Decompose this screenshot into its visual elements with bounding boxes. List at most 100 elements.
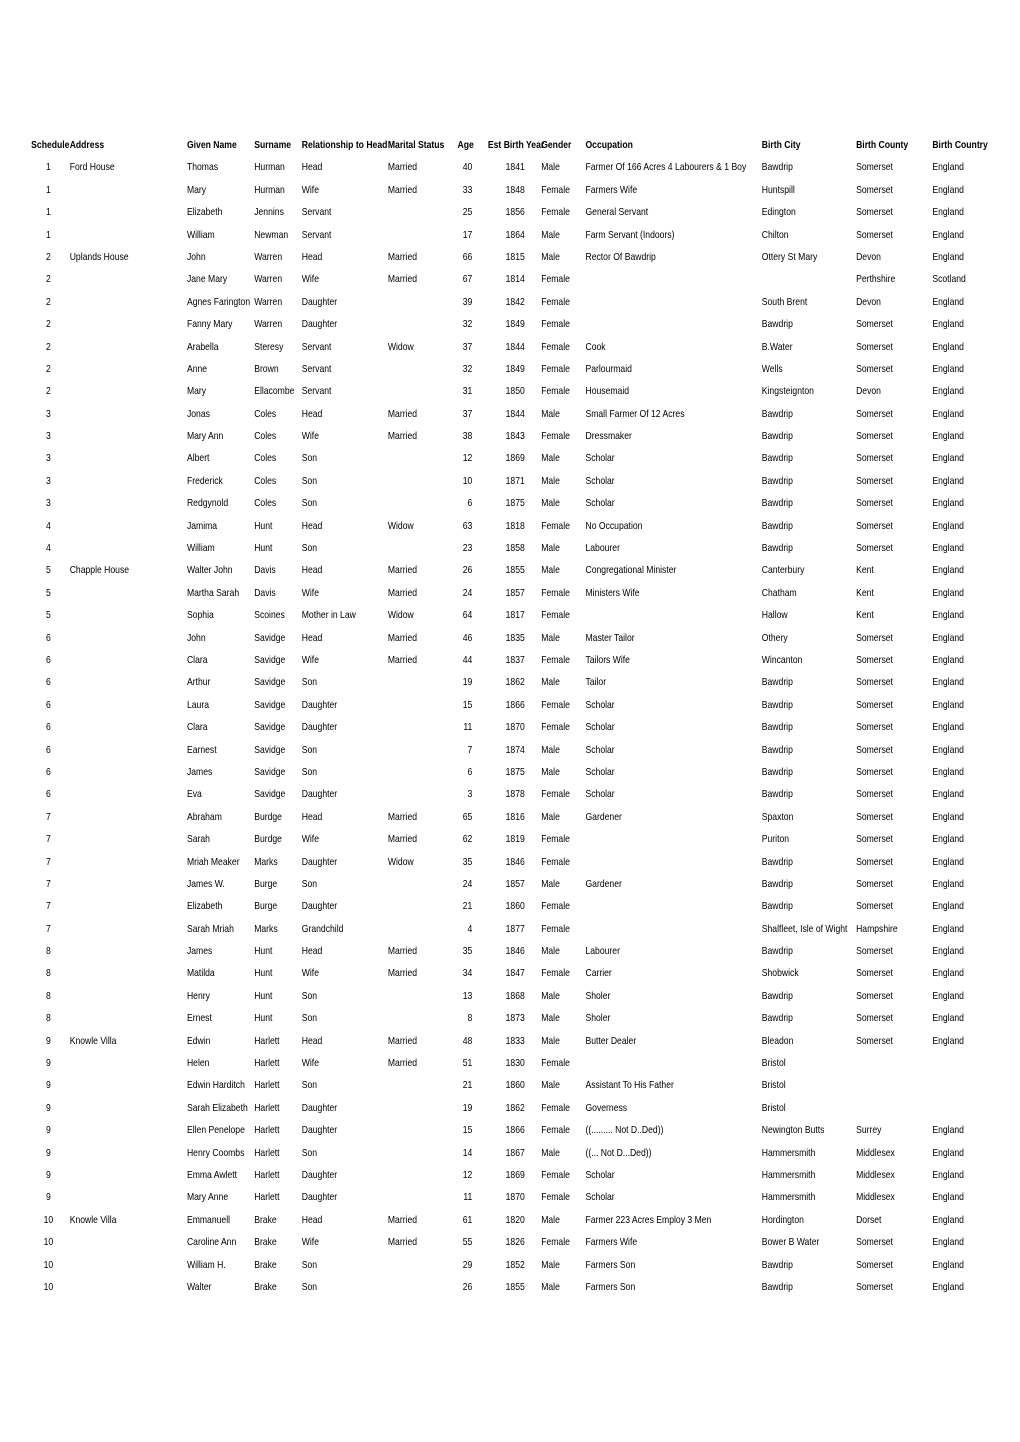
cell-birth-city: Ottery St Mary: [761, 250, 818, 263]
cell-occupation: Farmer Of 166 Acres 4 Labourers & 1 Boy: [585, 161, 747, 174]
cell-surname: Warren: [254, 318, 283, 331]
cell-birth-country: England: [932, 1168, 964, 1181]
table-row: 6 Clara Savidge Wife Married 44 1837 Female Tail…: [0, 649, 1020, 671]
cell-relationship: Head: [301, 1034, 323, 1047]
cell-address: Uplands House: [69, 250, 129, 263]
cell-given-name: Fanny Mary: [186, 318, 233, 331]
cell-schedule: 1: [45, 183, 51, 196]
cell-age: 14: [462, 1146, 473, 1159]
cell-est-birth-year: 1871: [505, 474, 525, 487]
cell-age: 32: [462, 318, 473, 331]
table-row: 9 Mary Anne Harlett Daughter 11 1870 Female Sch…: [0, 1186, 1020, 1208]
cell-given-name: Jane Mary: [186, 273, 228, 286]
cell-gender: Female: [541, 1101, 570, 1114]
cell-relationship: Wife: [301, 430, 319, 443]
cell-est-birth-year: 1874: [505, 743, 525, 756]
cell-birth-county: Somerset: [856, 945, 893, 958]
table-row: 6 Laura Savidge Daughter 15 1866 Female Scholar…: [0, 694, 1020, 716]
cell-given-name: James: [186, 765, 213, 778]
cell-birth-country: England: [932, 1236, 964, 1249]
cell-gender: Male: [541, 1213, 560, 1226]
cell-relationship: Son: [301, 1079, 318, 1092]
cell-marital-status: Widow: [387, 519, 414, 532]
cell-given-name: Jamima: [186, 519, 218, 532]
table-body: 1 Ford House Thomas Hurman Head Married 40 1841…: [0, 156, 1020, 1298]
cell-birth-county: Somerset: [856, 1012, 893, 1025]
cell-surname: Brake: [254, 1213, 277, 1226]
table-row: 5 Sophia Scoines Mother in Law Widow 64 1817 Fe…: [0, 604, 1020, 626]
cell-occupation: Gardener: [585, 877, 622, 890]
cell-est-birth-year: 1841: [505, 161, 525, 174]
cell-address: Knowle Villa: [69, 1034, 117, 1047]
table-row: 7 Sarah Mriah Marks Grandchild 4 1877 Female Sh…: [0, 918, 1020, 940]
cell-gender: Male: [541, 407, 560, 420]
cell-relationship: Son: [301, 1012, 318, 1025]
cell-age: 37: [462, 407, 473, 420]
cell-gender: Male: [541, 161, 560, 174]
cell-birth-county: Somerset: [856, 340, 893, 353]
cell-birth-county: Middlesex: [856, 1191, 895, 1204]
cell-gender: Male: [541, 676, 560, 689]
cell-surname: Harlett: [254, 1079, 280, 1092]
cell-birth-city: Bawdrip: [761, 945, 793, 958]
cell-schedule: 6: [45, 788, 51, 801]
cell-birth-city: Wells: [761, 362, 783, 375]
cell-given-name: Henry: [186, 989, 210, 1002]
cell-birth-country: England: [932, 877, 964, 890]
cell-surname: Savidge: [254, 698, 286, 711]
cell-age: 26: [462, 1280, 473, 1293]
table-row: 9 Emma Awlett Harlett Daughter 12 1869 Female S…: [0, 1164, 1020, 1186]
table-row: 6 James Savidge Son 6 1875 Male Scholar Bawdrip S…: [0, 761, 1020, 783]
cell-birth-country: England: [932, 340, 964, 353]
table-row: 2 Fanny Mary Warren Daughter 32 1849 Female Baw…: [0, 313, 1020, 335]
table-row: 9 Edwin Harditch Harlett Son 21 1860 Male Assis…: [0, 1074, 1020, 1096]
cell-gender: Female: [541, 653, 570, 666]
cell-relationship: Daughter: [301, 855, 338, 868]
cell-schedule: 7: [45, 877, 51, 890]
cell-marital-status: Married: [387, 1057, 418, 1070]
cell-given-name: Redgynold: [186, 497, 229, 510]
cell-given-name: Ellen Penelope: [186, 1124, 245, 1137]
cell-birth-county: Somerset: [856, 788, 893, 801]
cell-age: 61: [462, 1213, 473, 1226]
cell-surname: Brake: [254, 1280, 277, 1293]
cell-schedule: 7: [45, 900, 51, 913]
cell-birth-county: Somerset: [856, 452, 893, 465]
cell-birth-county: Somerset: [856, 765, 893, 778]
cell-given-name: Earnest: [186, 743, 217, 756]
cell-gender: Female: [541, 362, 570, 375]
cell-birth-county: Somerset: [856, 833, 893, 846]
cell-est-birth-year: 1875: [505, 765, 525, 778]
cell-age: 15: [462, 1124, 473, 1137]
cell-birth-county: Somerset: [856, 676, 893, 689]
table-row: 1 William Newman Servant 17 1864 Male Farm Serv…: [0, 224, 1020, 246]
cell-relationship: Son: [301, 989, 318, 1002]
cell-given-name: Ernest: [186, 1012, 212, 1025]
cell-given-name: Emma Awlett: [186, 1168, 238, 1181]
cell-relationship: Wife: [301, 833, 319, 846]
cell-schedule: 1: [45, 161, 51, 174]
cell-birth-city: Bawdrip: [761, 788, 793, 801]
cell-surname: Burge: [254, 877, 278, 890]
cell-marital-status: Married: [387, 564, 418, 577]
cell-birth-city: Bristol: [761, 1057, 786, 1070]
cell-birth-city: Hammersmith: [761, 1146, 816, 1159]
cell-birth-county: Devon: [856, 295, 881, 308]
cell-age: 31: [462, 385, 473, 398]
cell-relationship: Daughter: [301, 318, 338, 331]
cell-birth-city: Bawdrip: [761, 452, 793, 465]
cell-occupation: Tailors Wife: [585, 653, 630, 666]
cell-birth-city: Bawdrip: [761, 497, 793, 510]
table-row: 7 Elizabeth Burge Daughter 21 1860 Female Bawdr…: [0, 895, 1020, 917]
cell-birth-city: Bawdrip: [761, 1258, 793, 1271]
cell-birth-county: Somerset: [856, 161, 893, 174]
cell-est-birth-year: 1858: [505, 542, 525, 555]
cell-given-name: Jonas: [186, 407, 210, 420]
cell-est-birth-year: 1843: [505, 430, 525, 443]
cell-schedule: 10: [43, 1213, 54, 1226]
cell-birth-county: Somerset: [856, 989, 893, 1002]
cell-given-name: Walter: [186, 1280, 212, 1293]
cell-est-birth-year: 1870: [505, 1191, 525, 1204]
cell-age: 15: [462, 698, 473, 711]
cell-marital-status: Married: [387, 273, 418, 286]
